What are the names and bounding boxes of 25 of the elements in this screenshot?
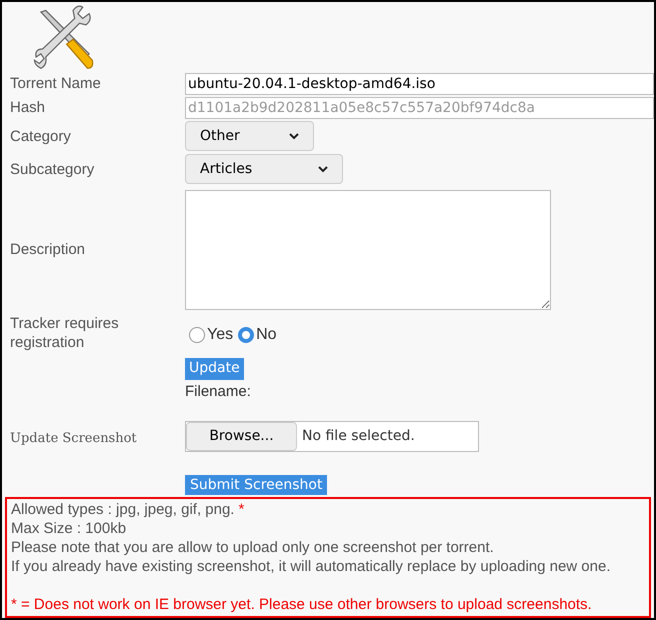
field-label: Torrent Name (10, 74, 102, 93)
description-field[interactable] (185, 190, 551, 310)
field-label: Hash (10, 98, 46, 117)
chevron-down-icon (289, 132, 299, 140)
warning-text: * = Does not work on IE browser yet. Please use other browsers to upload screenshots. (11, 595, 593, 614)
required-mark: * (238, 500, 244, 519)
notice-text: Max Size : 100kb (11, 519, 126, 538)
browse-button[interactable]: Browse... (186, 422, 297, 451)
field-label: Subcategory (10, 160, 96, 178)
notice-text: If you already have existing screenshot, it will automatically replace by uploading new one. (11, 557, 611, 576)
chevron-down-icon (318, 166, 328, 172)
filename-label: Filename: (185, 382, 251, 402)
field-label: Tracker requires registration (10, 314, 120, 352)
file-status: No file selected. (302, 427, 415, 446)
dropdown[interactable]: Articles (185, 154, 343, 184)
notice-text: Allowed types : jpg, jpeg, gif, png. (11, 500, 234, 519)
field-label: Category (10, 126, 72, 146)
field-label: Update Screenshot (10, 430, 138, 448)
radio-option[interactable]: Yes (189, 322, 234, 346)
dropdown[interactable]: Other (185, 121, 314, 151)
radio-option[interactable]: No (238, 322, 277, 346)
notice-text: Please note that you are allow to upload only one screenshot per torrent. (11, 538, 494, 557)
file-input[interactable]: Browse... No file selected. (185, 421, 479, 452)
field-label: Description (10, 240, 86, 259)
name-field[interactable]: ubuntu-20.04.1-desktop-amd64.iso (185, 72, 654, 94)
